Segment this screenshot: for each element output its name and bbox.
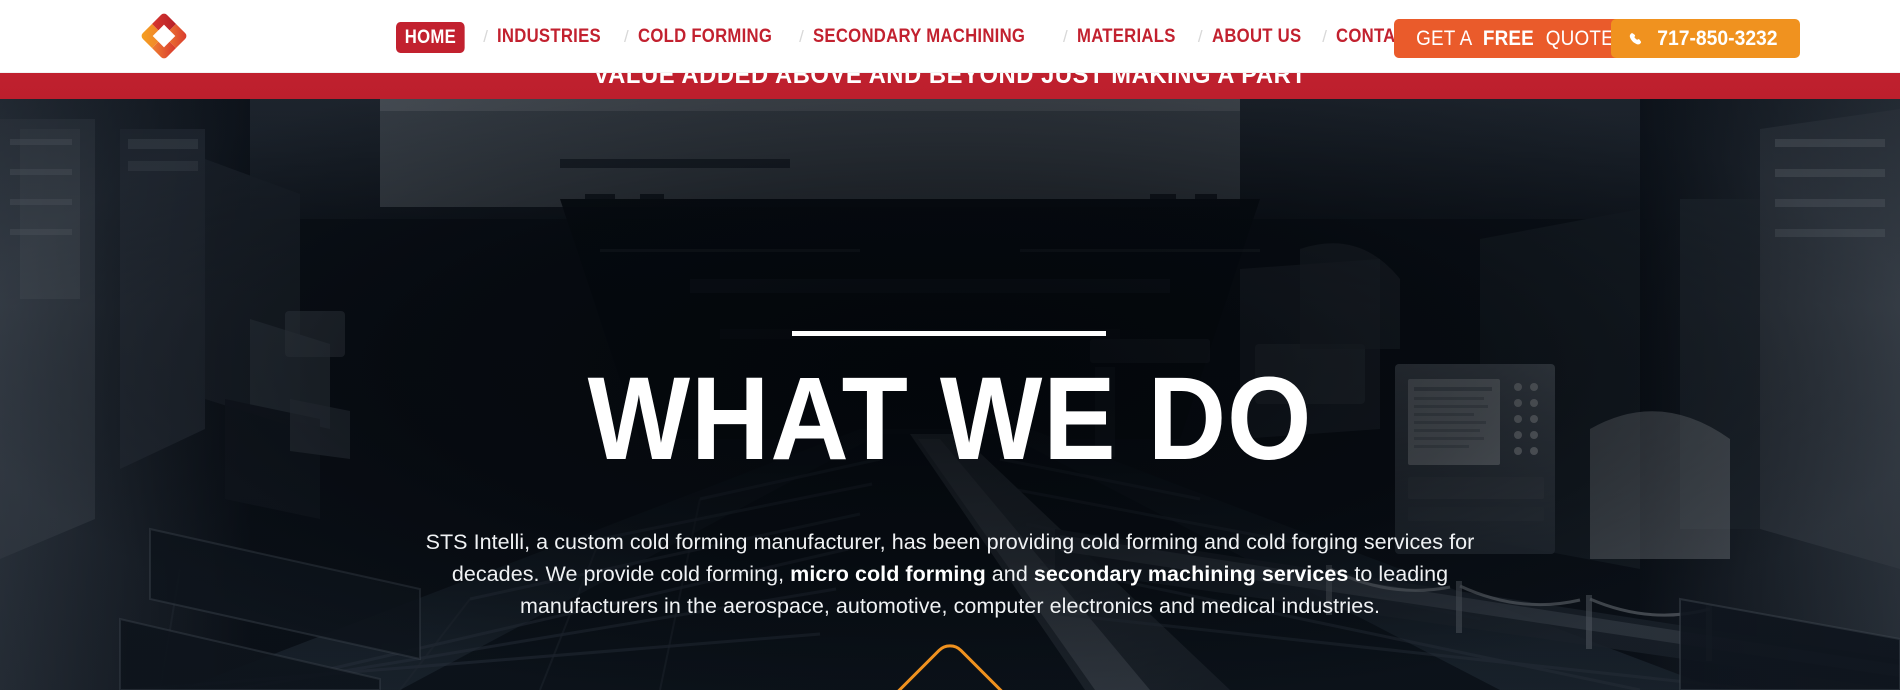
tagline-text: VALUE ADDED ABOVE AND BEYOND JUST MAKING… [593,73,1307,89]
quote-suffix: QUOTE [1546,26,1615,50]
tagline-bar: VALUE ADDED ABOVE AND BEYOND JUST MAKING… [0,73,1900,99]
nav-item-industries[interactable]: INDUSTRIES [497,20,601,54]
hero-title: WHAT WE DO [587,353,1313,485]
more-button[interactable]: MORE» [869,637,1031,690]
primary-navigation: HOME / INDUSTRIES / COLD FORMING / SECON… [396,20,1462,54]
nav-item-about-us[interactable]: ABOUT US [1212,20,1301,54]
nav-item-materials[interactable]: MATERIALS [1077,20,1176,54]
get-free-quote-button[interactable]: GET A FREE QUOTE [1394,19,1637,58]
hero-copy-part-2: and [985,562,1034,586]
diamond-logo-icon [141,13,187,59]
phone-button[interactable]: 717-850-3232 [1611,19,1800,58]
link-micro-cold-forming[interactable]: micro cold forming [790,562,986,586]
quote-emphasis: FREE [1483,26,1535,50]
phone-number-label: 717-850-3232 [1657,26,1778,50]
link-secondary-machining-services[interactable]: secondary machining services [1034,562,1349,586]
nav-separator: / [799,27,804,46]
hero-description: STS Intelli, a custom cold forming manuf… [412,526,1488,622]
site-logo[interactable] [138,10,190,62]
hero-divider-rule [792,331,1106,336]
nav-separator: / [483,27,488,46]
nav-separator: / [1197,27,1203,46]
hero-section: WHAT WE DO STS Intelli, a custom cold fo… [0,99,1900,690]
site-header: HOME / INDUSTRIES / COLD FORMING / SECON… [0,0,1900,73]
more-button-label[interactable]: MORE» [893,661,1007,690]
quote-prefix: GET A [1416,26,1473,50]
hero-content: WHAT WE DO STS Intelli, a custom cold fo… [0,99,1900,690]
nav-item-cold-forming[interactable]: COLD FORMING [638,20,772,54]
nav-separator: / [624,27,629,46]
nav-separator: / [1322,27,1327,46]
nav-item-secondary-machining[interactable]: SECONDARY MACHINING [813,20,1025,54]
phone-icon [1629,32,1642,44]
nav-separator: / [1063,27,1068,46]
nav-item-home[interactable]: HOME [396,21,465,53]
